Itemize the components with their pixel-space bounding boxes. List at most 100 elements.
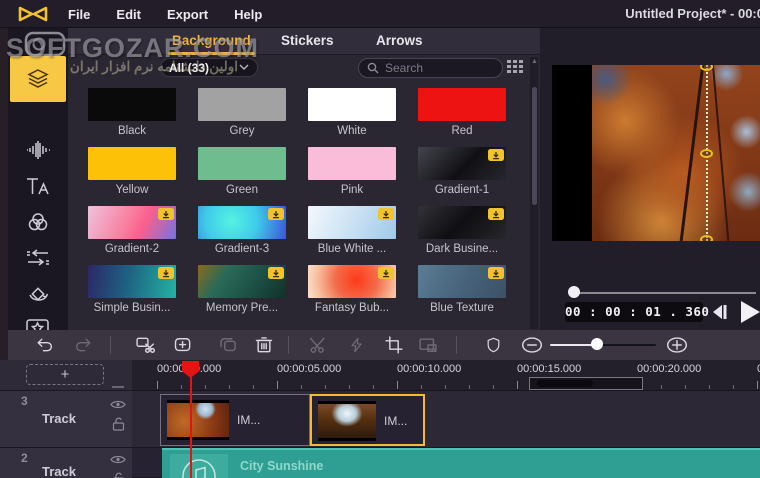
search-icon [367, 62, 379, 74]
library-item[interactable]: Grey [187, 88, 297, 147]
library-item-label: Fantasy Bub... [297, 302, 407, 314]
library-item[interactable]: Blue White ... [297, 206, 407, 265]
effect-button[interactable] [345, 335, 367, 355]
sidebar-item-audio[interactable] [10, 130, 66, 170]
library-item-thumbnail [198, 88, 286, 121]
track-lock-button[interactable] [112, 472, 125, 478]
library-item[interactable]: Gradient-3 [187, 206, 297, 265]
library-item-label: Gradient-1 [407, 184, 517, 196]
toolbar-divider [110, 336, 111, 354]
menubar: File Edit Export Help [68, 0, 262, 28]
scrollbar-thumb[interactable] [532, 87, 537, 205]
copy-button[interactable] [217, 335, 239, 355]
selection-handle-bottom[interactable] [700, 235, 713, 241]
mosaic-button[interactable] [417, 335, 439, 355]
library-item[interactable]: Green [187, 147, 297, 206]
library-item-thumbnail [418, 88, 506, 121]
timeline-scrollbar-thumb[interactable] [537, 380, 593, 387]
previous-frame-button[interactable] [708, 302, 730, 322]
ruler-timestamp: 00:00:15.000 [517, 363, 581, 375]
selection-handle-middle[interactable] [700, 149, 713, 158]
track-lock-button[interactable] [112, 417, 125, 436]
add-overlay-button[interactable] [172, 335, 194, 355]
track-label: Track [42, 411, 76, 426]
menu-item[interactable]: Help [234, 7, 262, 22]
cut-button[interactable] [307, 335, 329, 355]
library-tabs: Background Stickers Arrows [68, 28, 540, 55]
library-item[interactable]: Gradient-1 [407, 147, 517, 206]
filter-circles-icon [25, 210, 51, 234]
panel-scrollbar[interactable]: ▲ [530, 57, 538, 329]
zoom-slider[interactable] [550, 344, 656, 347]
scroll-up-icon: ▲ [531, 58, 538, 65]
library-item[interactable]: Red [407, 88, 517, 147]
tab-arrows[interactable]: Arrows [376, 33, 423, 48]
tab-stickers[interactable]: Stickers [281, 33, 334, 48]
undo-button[interactable] [34, 335, 56, 355]
menu-item[interactable]: Edit [116, 7, 141, 22]
header-resize-handle[interactable] [112, 386, 124, 388]
track-visibility-button[interactable] [110, 397, 126, 415]
rotate-icon [25, 282, 51, 306]
track-label: Track [42, 464, 76, 478]
library-item-label: Blue White ... [297, 243, 407, 255]
split-clip-button[interactable] [134, 335, 156, 355]
library-item-thumbnail [418, 206, 506, 239]
playhead-line[interactable] [190, 361, 192, 478]
timeline-scrollbar[interactable] [529, 377, 643, 390]
zoom-out-button[interactable] [521, 335, 543, 355]
track-row-3: IM... IM... 3 Track [0, 391, 760, 448]
library-item-label: Gradient-3 [187, 243, 297, 255]
seek-bar[interactable] [574, 292, 756, 294]
library-item-thumbnail [88, 147, 176, 180]
library-item-label: Yellow [77, 184, 187, 196]
video-clip[interactable]: IM... [160, 394, 310, 446]
library-item-label: Pink [297, 184, 407, 196]
play-button[interactable] [736, 299, 760, 325]
redo-button[interactable] [72, 335, 94, 355]
library-item[interactable]: Memory Pre... [187, 265, 297, 324]
library-item[interactable]: Gradient-2 [77, 206, 187, 265]
library-item-label: Green [187, 184, 297, 196]
sidebar-item-text[interactable] [10, 166, 66, 206]
library-item[interactable]: Dark Busine... [407, 206, 517, 265]
category-dropdown-value: All (33) [169, 61, 209, 75]
audio-clip[interactable]: City Sunshine [162, 448, 760, 478]
seek-handle[interactable] [568, 286, 580, 298]
toolbar-divider [456, 336, 457, 354]
library-item[interactable]: White [297, 88, 407, 147]
library-item[interactable]: Yellow [77, 147, 187, 206]
sidebar-item-transitions[interactable] [10, 238, 66, 278]
library-item[interactable]: Blue Texture [407, 265, 517, 324]
tab-background[interactable]: Background [172, 33, 251, 48]
video-clip-selected[interactable]: IM... [310, 394, 425, 446]
waveform-icon [25, 139, 51, 161]
track-number: 2 [21, 451, 28, 465]
crop-button[interactable] [383, 335, 405, 355]
timeline-header: + [0, 360, 132, 391]
library-item[interactable]: Simple Busin... [77, 265, 187, 324]
add-track-button[interactable]: + [26, 364, 104, 385]
library-item[interactable]: Pink [297, 147, 407, 206]
library-item[interactable]: Fantasy Bub... [297, 265, 407, 324]
menu-item[interactable]: File [68, 7, 90, 22]
download-icon [158, 267, 174, 279]
timeline-ruler[interactable]: 00:00:00.00000:00:05.00000:00:10.00000:0… [132, 360, 760, 391]
track-3-lane: IM... IM... [132, 391, 760, 448]
sidebar-item-filters[interactable] [10, 202, 66, 242]
delete-button[interactable] [253, 335, 275, 355]
library-item[interactable]: Black [77, 88, 187, 147]
app-logo-icon [17, 4, 49, 24]
zoom-slider-handle[interactable] [591, 338, 603, 350]
top-menu-bar: FileEditExportHelp Untitled Project* - 0… [0, 0, 760, 28]
menu-item[interactable]: Export [167, 7, 208, 22]
sidebar-item-backgrounds[interactable] [10, 56, 66, 102]
watermark-shield-button[interactable] [482, 335, 504, 355]
download-icon [488, 267, 504, 279]
category-dropdown[interactable]: All (33) [160, 58, 258, 77]
timeline: + 00:00:00.00000:00:05.00000:00:10.00000… [0, 360, 760, 478]
zoom-in-button[interactable] [666, 335, 688, 355]
grid-view-button[interactable] [506, 59, 526, 77]
search-input[interactable] [385, 61, 485, 75]
track-visibility-button[interactable] [110, 452, 126, 470]
